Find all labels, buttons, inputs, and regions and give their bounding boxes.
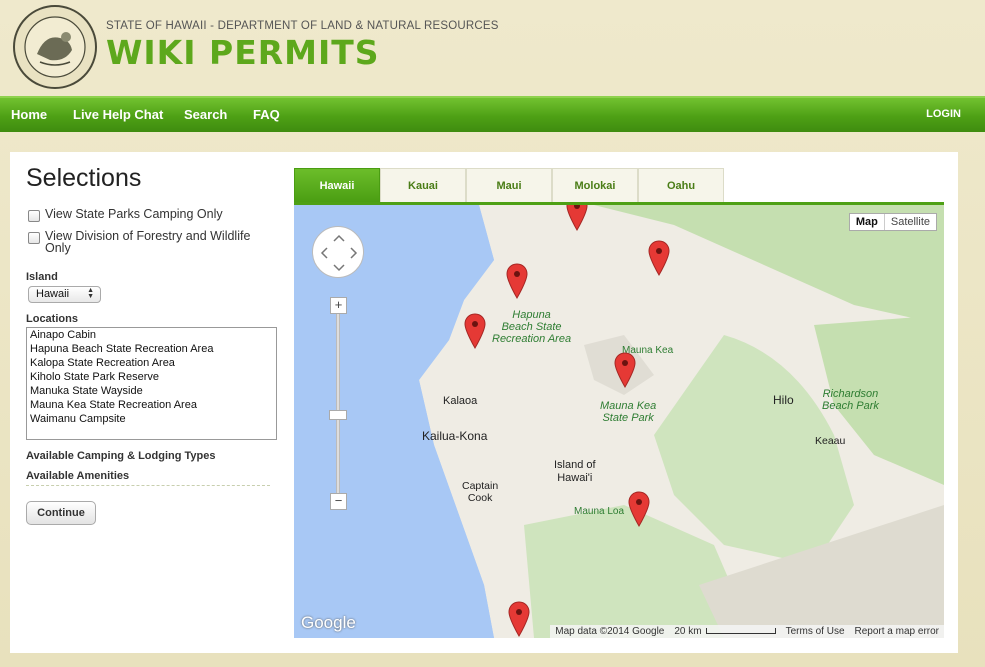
- zoom-slider-handle[interactable]: [329, 410, 347, 420]
- state-parks-label: View State Parks Camping Only: [45, 207, 223, 221]
- state-parks-filter[interactable]: View State Parks Camping Only: [28, 208, 223, 222]
- marker-pin-icon[interactable]: [566, 205, 588, 231]
- island-value: Hawaii: [36, 288, 70, 300]
- forestry-checkbox[interactable]: [28, 232, 40, 244]
- forestry-label: View Division of Forestry and Wildlife O…: [45, 229, 251, 255]
- zoom-in-button[interactable]: +: [330, 297, 347, 314]
- nav-faq[interactable]: FAQ: [253, 107, 280, 122]
- locations-label: Locations: [26, 313, 78, 325]
- hapuna-label: Hapuna Beach State Recreation Area: [492, 309, 572, 345]
- agency-name: STATE OF HAWAII - DEPARTMENT OF LAND & N…: [106, 20, 499, 32]
- nav-home[interactable]: Home: [11, 107, 47, 122]
- map-scale: 20 km: [669, 625, 780, 638]
- map-data-credit: Map data ©2014 Google: [555, 626, 665, 637]
- google-logo[interactable]: Google: [301, 613, 356, 633]
- amenities-label: Available Amenities: [26, 470, 130, 482]
- state-seal-logo: [13, 5, 97, 89]
- kalaoa-label: Kalaoa: [443, 395, 478, 407]
- site-header: STATE OF HAWAII - DEPARTMENT OF LAND & N…: [0, 0, 985, 96]
- tab-maui[interactable]: Maui: [466, 168, 552, 203]
- report-map-error-link[interactable]: Report a map error: [850, 625, 944, 638]
- location-item[interactable]: Ainapo Cabin: [30, 328, 273, 342]
- captain-cook-label: Captain Cook: [462, 480, 499, 504]
- location-item[interactable]: Hapuna Beach State Recreation Area: [30, 342, 273, 356]
- marker-pin-icon[interactable]: [648, 240, 670, 276]
- tab-kauai[interactable]: Kauai: [380, 168, 466, 203]
- selections-title: Selections: [26, 164, 142, 192]
- location-item[interactable]: Kalopa State Recreation Area: [30, 356, 273, 370]
- pan-arrows-icon: [320, 234, 358, 272]
- marker-pin-icon[interactable]: [506, 263, 528, 299]
- marker-pin-icon[interactable]: [614, 352, 636, 388]
- select-arrows-icon: ▲ ▼: [87, 287, 94, 300]
- scale-bar: [705, 628, 776, 635]
- location-item[interactable]: Kiholo State Park Reserve: [30, 370, 273, 384]
- zoom-out-button[interactable]: −: [330, 493, 347, 510]
- locations-list[interactable]: Ainapo Cabin Hapuna Beach State Recreati…: [26, 327, 277, 440]
- continue-button[interactable]: Continue: [26, 501, 96, 525]
- zoom-slider-track[interactable]: [336, 305, 340, 505]
- location-item[interactable]: Manuka State Wayside: [30, 384, 273, 398]
- island-label: Island: [26, 271, 58, 283]
- location-item[interactable]: Mauna Kea State Recreation Area: [30, 398, 273, 412]
- login-link[interactable]: LOGIN: [926, 108, 961, 120]
- map-scale-label: 20 km: [674, 626, 702, 637]
- tab-molokai[interactable]: Molokai: [552, 168, 638, 203]
- marker-pin-icon[interactable]: [464, 313, 486, 349]
- map-type-control: Map Satellite: [848, 213, 937, 231]
- tab-hawaii[interactable]: Hawaii: [294, 168, 380, 203]
- kailua-kona-label: Kailua-Kona: [422, 429, 488, 443]
- marker-pin-icon[interactable]: [508, 601, 530, 637]
- nav-search[interactable]: Search: [184, 107, 227, 122]
- island-label-map: Island of Hawai'i: [554, 459, 596, 484]
- site-title[interactable]: WIKI PERMITS: [106, 33, 380, 72]
- location-item[interactable]: Waimanu Campsite: [30, 412, 273, 426]
- map-type-satellite-button[interactable]: Satellite: [885, 214, 936, 230]
- terms-of-use-link[interactable]: Terms of Use: [781, 625, 850, 638]
- richardson-label: Richardson Beach Park: [822, 388, 879, 412]
- hilo-label: Hilo: [773, 393, 794, 407]
- nav-live-help-chat[interactable]: Live Help Chat: [73, 107, 163, 122]
- mauna-loa-label: Mauna Loa: [574, 506, 625, 517]
- island-select[interactable]: Hawaii ▲ ▼: [28, 286, 101, 303]
- forestry-filter[interactable]: View Division of Forestry and Wildlife O…: [28, 230, 258, 254]
- divider: [26, 485, 270, 486]
- keaau-label: Keaau: [815, 435, 846, 447]
- pan-control[interactable]: [312, 226, 364, 278]
- content-panel: Selections View State Parks Camping Only…: [10, 152, 958, 653]
- map-type-map-button[interactable]: Map: [850, 214, 885, 230]
- tab-oahu[interactable]: Oahu: [638, 168, 724, 203]
- state-parks-checkbox[interactable]: [28, 210, 40, 222]
- map-footer: Map data ©2014 Google 20 km Terms of Use…: [550, 625, 944, 638]
- main-nav: Home Live Help Chat Search FAQ LOGIN: [0, 96, 985, 132]
- mauna-kea-park-label: Mauna Kea State Park: [600, 400, 657, 424]
- map-view[interactable]: Hapuna Beach State Recreation Area Mauna K…: [294, 205, 944, 638]
- marker-pin-icon[interactable]: [628, 491, 650, 527]
- camping-types-label: Available Camping & Lodging Types: [26, 450, 216, 462]
